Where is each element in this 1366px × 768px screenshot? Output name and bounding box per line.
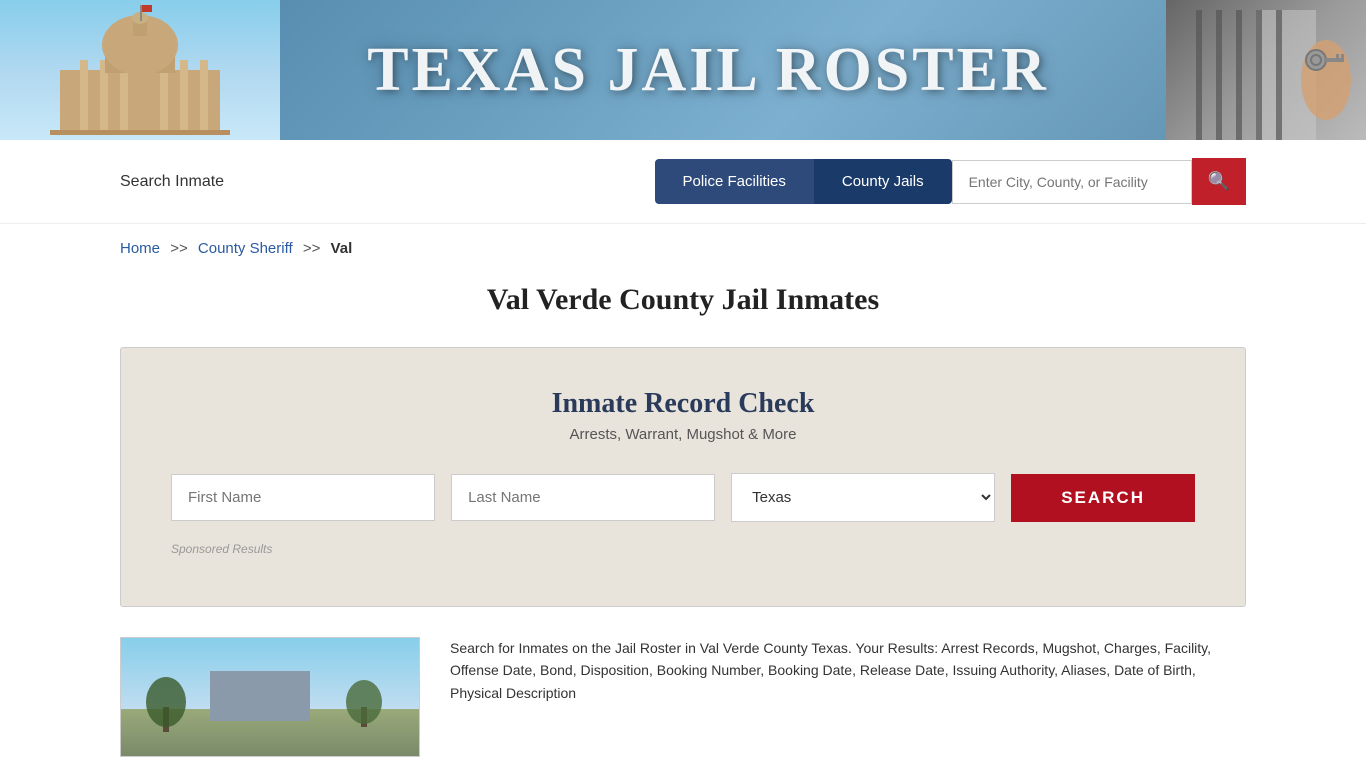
inmate-search-submit-button[interactable]: SEARCH: [1011, 474, 1195, 522]
police-facilities-button[interactable]: Police Facilities: [655, 159, 814, 204]
facility-search-button[interactable]: 🔍: [1192, 158, 1246, 205]
inmate-search-row: Alabama Alaska Arizona Arkansas Californ…: [171, 473, 1195, 522]
navbar: Search Inmate Police Facilities County J…: [0, 140, 1366, 224]
header-banner: Texas Jail Roster: [0, 0, 1366, 140]
breadcrumb-separator-1: >>: [170, 240, 188, 257]
first-name-input[interactable]: [171, 474, 435, 521]
record-check-title: Inmate Record Check: [171, 388, 1195, 420]
breadcrumb-home[interactable]: Home: [120, 240, 160, 257]
banner-left-image: [0, 0, 280, 140]
county-jails-button[interactable]: County Jails: [814, 159, 952, 204]
record-check-subtitle: Arrests, Warrant, Mugshot & More: [171, 426, 1195, 443]
breadcrumb-current: Val: [331, 240, 353, 257]
site-title: Texas Jail Roster: [367, 35, 1049, 106]
bottom-section: Search for Inmates on the Jail Roster in…: [0, 627, 1366, 767]
breadcrumb-county-sheriff[interactable]: County Sheriff: [198, 240, 293, 257]
inmate-record-check-section: Inmate Record Check Arrests, Warrant, Mu…: [120, 347, 1246, 607]
facility-search-input[interactable]: [952, 160, 1192, 204]
bottom-building-image: [120, 637, 420, 757]
nav-button-group: Police Facilities County Jails 🔍: [655, 158, 1247, 205]
banner-right-image: [1166, 0, 1366, 140]
breadcrumb: Home >> County Sheriff >> Val: [0, 224, 1366, 273]
bottom-description: Search for Inmates on the Jail Roster in…: [450, 637, 1246, 704]
page-title-section: Val Verde County Jail Inmates: [0, 273, 1366, 337]
breadcrumb-separator-2: >>: [303, 240, 321, 257]
sponsored-label: Sponsored Results: [171, 542, 1195, 556]
search-inmate-label: Search Inmate: [120, 173, 655, 191]
last-name-input[interactable]: [451, 474, 715, 521]
page-title: Val Verde County Jail Inmates: [120, 283, 1246, 317]
capitol-building: [30, 0, 250, 140]
banner-title-area: Texas Jail Roster: [250, 0, 1166, 140]
state-select[interactable]: Alabama Alaska Arizona Arkansas Californ…: [731, 473, 995, 522]
image-building: [210, 671, 310, 721]
search-icon: 🔍: [1208, 171, 1230, 192]
